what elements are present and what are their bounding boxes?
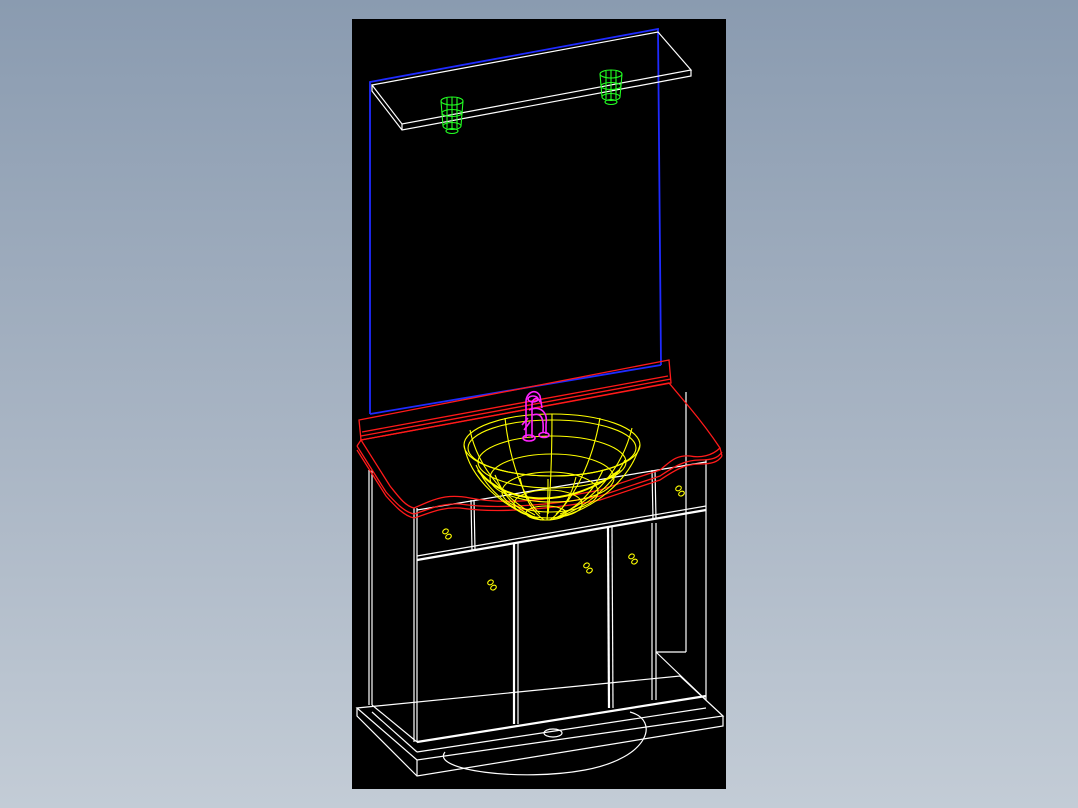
cad-viewport [352,19,726,789]
drawing-canvas[interactable] [352,19,726,789]
